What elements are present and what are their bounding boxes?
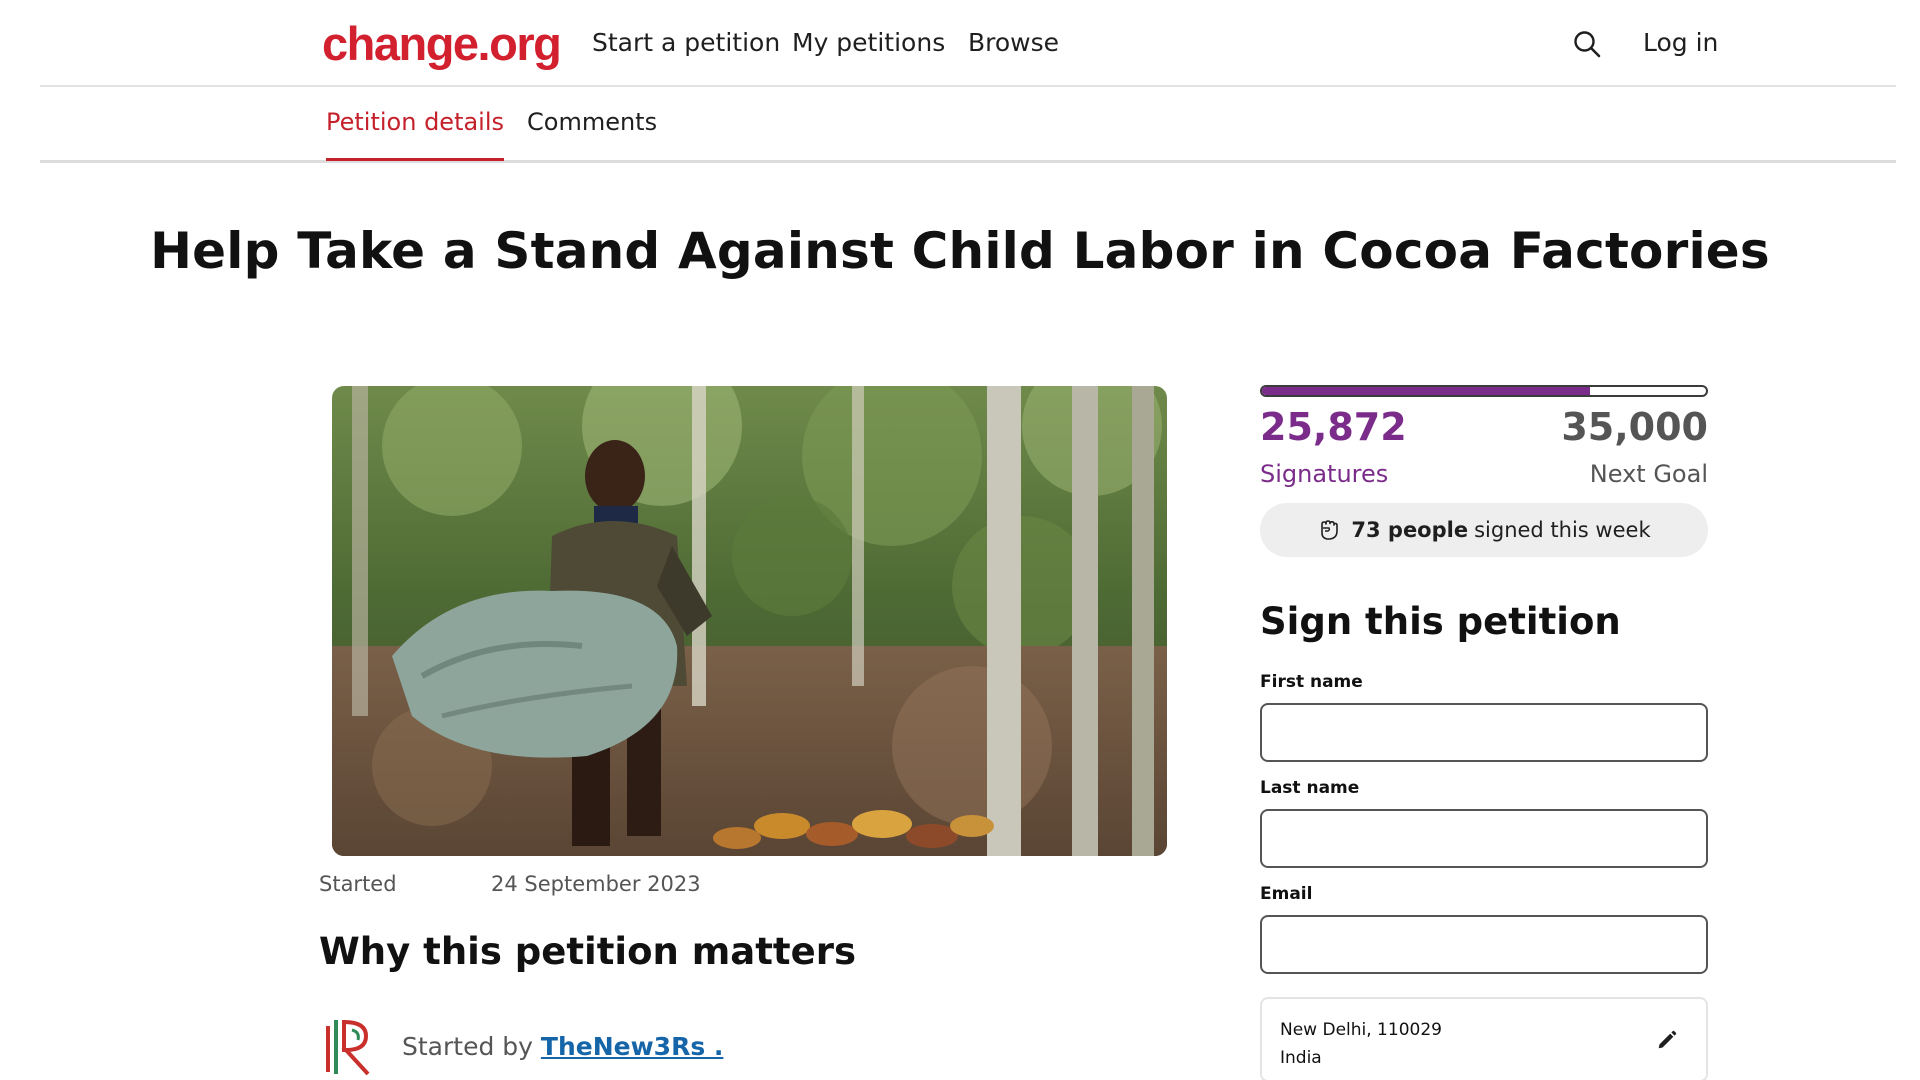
petition-tabs: Petition details Comments <box>40 88 1896 163</box>
email-field[interactable] <box>1260 915 1708 974</box>
petition-title: Help Take a Stand Against Child Labor in… <box>150 222 1770 280</box>
location-box[interactable]: New Delhi, 110029 India <box>1260 997 1708 1080</box>
tab-petition-details[interactable]: Petition details <box>326 108 505 161</box>
petition-image <box>332 386 1167 856</box>
first-name-field[interactable] <box>1260 703 1708 762</box>
login-link[interactable]: Log in <box>1643 28 1718 57</box>
last-name-label: Last name <box>1260 778 1360 798</box>
email-label: Email <box>1260 884 1313 904</box>
last-name-field[interactable] <box>1260 809 1708 868</box>
location-city: New Delhi, 110029 <box>1280 1020 1442 1040</box>
top-navigation-bar: change.org Start a petition My petitions… <box>40 0 1896 87</box>
signature-count: 25,872 <box>1260 405 1407 449</box>
weekly-signers-badge: 73 people signed this week <box>1260 503 1708 557</box>
why-heading: Why this petition matters <box>319 930 856 973</box>
location-country: India <box>1280 1048 1322 1068</box>
nav-browse[interactable]: Browse <box>968 28 1059 57</box>
nav-start-petition[interactable]: Start a petition <box>592 28 780 57</box>
raised-fist-icon <box>1321 520 1339 540</box>
goal-count: 35,000 <box>1561 405 1708 449</box>
change-org-logo[interactable]: change.org <box>322 16 562 71</box>
nav-my-petitions[interactable]: My petitions <box>792 28 945 57</box>
started-by: Started by TheNew3Rs . <box>402 1032 723 1061</box>
search-icon[interactable] <box>1572 29 1602 59</box>
started-date: 24 September 2023 <box>491 872 701 896</box>
tab-comments[interactable]: Comments <box>527 108 657 158</box>
pencil-edit-icon[interactable] <box>1656 1029 1678 1051</box>
weekly-signers-text: signed this week <box>1474 518 1651 542</box>
signature-progress-fill <box>1262 387 1591 395</box>
first-name-label: First name <box>1260 672 1363 692</box>
signature-label: Signatures <box>1260 460 1389 488</box>
started-by-prefix: Started by <box>402 1032 533 1061</box>
goal-label: Next Goal <box>1589 460 1708 488</box>
starter-name-link[interactable]: TheNew3Rs . <box>541 1032 724 1061</box>
sign-petition-heading: Sign this petition <box>1260 600 1621 643</box>
weekly-signers-count: 73 people <box>1351 518 1469 542</box>
starter-avatar <box>326 1020 370 1076</box>
signature-progress-bar <box>1260 385 1708 397</box>
started-label: Started <box>319 872 397 896</box>
